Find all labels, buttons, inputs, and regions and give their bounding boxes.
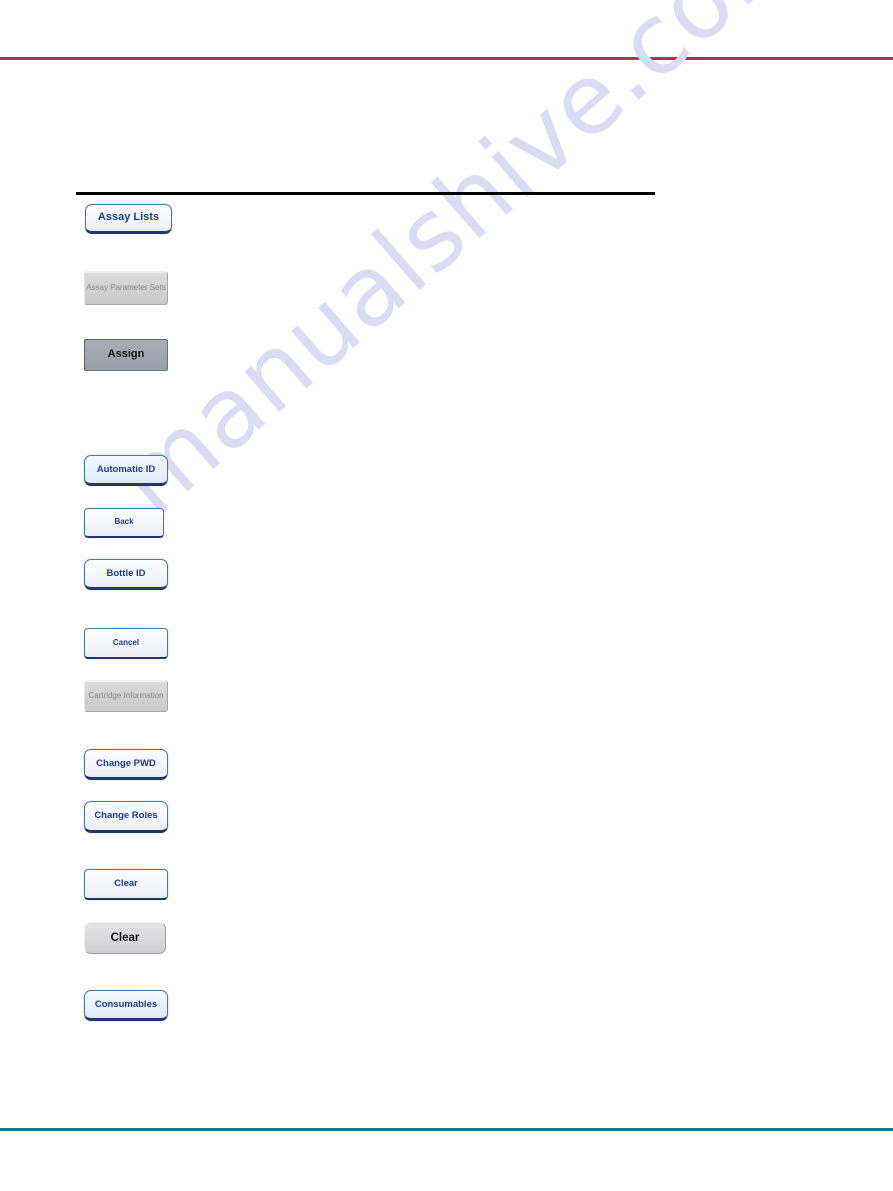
button-clear[interactable]: Clear <box>84 922 166 954</box>
button-clear[interactable]: Clear <box>84 869 168 900</box>
document-page: manualshive.com Assay Lists Assay Paramet… <box>0 0 893 1191</box>
button-change-roles[interactable]: Change Roles <box>84 801 168 833</box>
button-automatic-id[interactable]: Automatic ID <box>84 455 168 486</box>
content-top-divider <box>76 192 655 195</box>
watermark-text: manualshive.com <box>96 0 829 538</box>
button-cancel[interactable]: Cancel <box>84 628 168 659</box>
button-change-pwd[interactable]: Change PWD <box>84 749 168 780</box>
button-assay-parameter-sets[interactable]: Assay Parameter Sets <box>84 271 168 305</box>
header-divider <box>0 57 893 60</box>
button-back[interactable]: Back <box>84 508 164 538</box>
button-consumables[interactable]: Consumables <box>84 990 168 1021</box>
button-cartridge-information[interactable]: Cartridge Information <box>84 680 168 712</box>
button-assay-lists[interactable]: Assay Lists <box>85 204 172 234</box>
button-bottle-id[interactable]: Bottle ID <box>84 559 168 590</box>
button-assign[interactable]: Assign <box>84 339 168 371</box>
footer-divider <box>0 1128 893 1131</box>
